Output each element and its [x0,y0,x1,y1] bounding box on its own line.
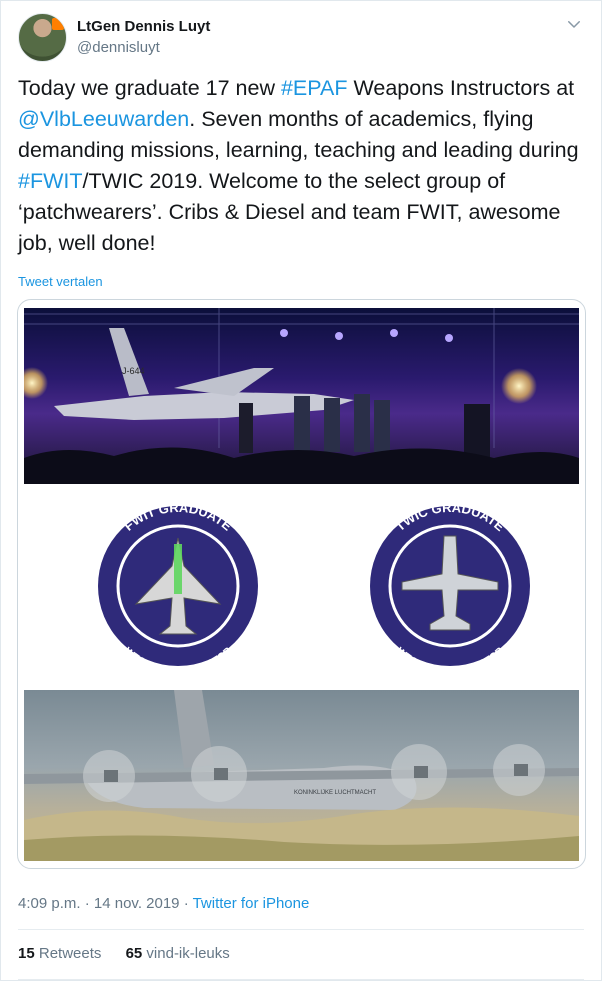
hangar-ceremony-photo: J-644 [24,308,579,484]
media-image[interactable]: J-644 FWIT GRADUATE WEAPONS INSTRUCTOR T… [17,299,586,869]
likes-label: vind-ik-leuks [146,945,230,962]
jet-tail-number: J-644 [122,366,145,376]
retweets-count: 15 [18,945,35,962]
mention-vlbleeuwarden[interactable]: @VlbLeeuwarden [18,107,189,131]
flag-badge-icon [52,18,64,30]
c130-dunes-photo: KONINKLIJKE LUCHTMACHT [24,690,579,861]
tweet-meta: 4:09 p.m. · 14 nov. 2019 · Twitter for i… [18,895,309,912]
c130-scene: KONINKLIJKE LUCHTMACHT [24,690,579,861]
avatar[interactable] [18,13,67,62]
tweet-text-part: /TWIC 2019. Welcome to the select group … [18,169,561,255]
retweets-label: Retweets [38,945,102,962]
divider [18,929,584,930]
tweet-card: LtGen Dennis Luyt @dennisluyt Today we g… [0,0,602,981]
tweet-source[interactable]: Twitter for iPhone [193,895,310,912]
tweet-body: Today we graduate 17 new #EPAF Weapons I… [18,73,593,259]
graduate-patches-image: FWIT GRADUATE WEAPONS INSTRUCTOR TWIC GR… [24,486,579,686]
likes-stat[interactable]: 65 vind-ik-leuks [126,945,230,962]
meta-separator: · [80,895,94,912]
tweet-time[interactable]: 4:09 p.m. [18,895,81,912]
translate-tweet-link[interactable]: Tweet vertalen [18,274,103,289]
likes-count: 65 [125,945,143,962]
hangar-scene: J-644 [24,308,579,484]
author-name[interactable]: LtGen Dennis Luyt [77,18,210,35]
retweets-stat[interactable]: 15 Retweets [18,945,101,962]
tweet-date[interactable]: 14 nov. 2019 [94,895,180,912]
tweet-text-part: Today we graduate 17 new [18,76,281,100]
fwit-patch: FWIT GRADUATE WEAPONS INSTRUCTOR [98,500,258,677]
meta-separator: · [179,895,193,912]
author-handle[interactable]: @dennisluyt [77,39,160,56]
patches-graphic: FWIT GRADUATE WEAPONS INSTRUCTOR TWIC GR… [98,500,530,677]
hashtag-epaf[interactable]: #EPAF [281,76,348,100]
hashtag-fwit[interactable]: #FWIT [18,169,83,193]
tweet-text-part: Weapons Instructors at [347,76,575,100]
tweet-stats: 15 Retweets 65 vind-ik-leuks [18,945,250,962]
c130-marking: KONINKLIJKE LUCHTMACHT [294,790,376,796]
chevron-down-icon[interactable] [565,15,583,33]
divider [18,979,584,980]
twic-patch: TWIC GRADUATE WEAPONS INSTRUCTOR [370,500,530,677]
